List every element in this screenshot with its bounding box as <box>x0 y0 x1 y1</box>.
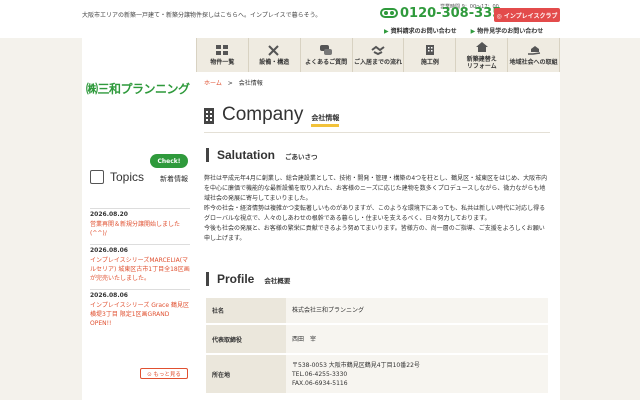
nav-item-listings[interactable]: 物件一覧 <box>196 38 248 72</box>
page-title-en: Company <box>222 104 304 125</box>
document-request-label: 資料請求のお問い合わせ <box>390 28 457 35</box>
inplace-club-button[interactable]: ◎ インプレイスクラブ <box>494 8 560 22</box>
nav-label: 設備・構造 <box>259 59 290 66</box>
topic-link[interactable]: 営業再開＆新規分譲開始しました(^^)/ <box>90 220 190 238</box>
profile-key: 社名 <box>206 298 286 325</box>
page-title: Company 会社情報 <box>204 104 340 127</box>
section-title-jp: ごあいさつ <box>285 153 318 161</box>
more-button[interactable]: ⊙ もっと見る <box>140 368 188 379</box>
nav-label: 物件一覧 <box>210 59 235 66</box>
top-header: 大阪市エリアの新築一戸建て・新築分譲物件探しはこちらへ。インプレイスで暮らそう。… <box>0 0 640 38</box>
edit-icon <box>90 170 104 184</box>
breadcrumb-current: 会社情報 <box>238 80 263 87</box>
breadcrumb: ホーム > 会社情報 <box>204 78 263 87</box>
freedial-icon <box>380 8 398 18</box>
salutation-heading: Salutation ごあいさつ <box>206 148 318 162</box>
viewing-request-label: 物件見学のお問い合わせ <box>477 28 544 35</box>
profile-key: 所在地 <box>206 354 286 395</box>
nav-label: 施工例 <box>420 59 439 66</box>
profile-value-line: 〒538-0053 大阪市鶴見区鶴見4丁目10番22号 <box>292 361 420 369</box>
topics-header: Check! Topics 新着情報 <box>90 154 190 194</box>
main-nav: 物件一覧 設備・構造 よくあるご質問 ご入居までの流れ 施工例 新築建替え リフ… <box>196 38 561 72</box>
profile-value: 株式会社三和プランニング <box>286 298 548 325</box>
house-list-icon <box>216 45 229 55</box>
nav-item-community[interactable]: 地域社会への取組 <box>507 38 561 72</box>
building-icon <box>204 107 214 124</box>
topic-date: 2026.08.20 <box>90 211 128 218</box>
nav-item-examples[interactable]: 施工例 <box>403 38 456 72</box>
phone-number-text: 0120-308-335 <box>400 5 502 21</box>
salutation-text: 弊社は平成元年4月に創業し、総合建設業として、技術・開発・管理・構築の4つを柱と… <box>204 175 548 242</box>
nav-label: 地域社会への取組 <box>509 59 558 66</box>
topics-subtitle: 新着情報 <box>160 175 188 183</box>
table-row: 所在地 〒538-0053 大阪市鶴見区鶴見4丁目10番22号 TEL.06-4… <box>206 354 548 395</box>
breadcrumb-home-link[interactable]: ホーム <box>204 80 222 87</box>
document-request-link[interactable]: ▶ 資料請求のお問い合わせ <box>384 26 457 35</box>
hand-house-icon <box>527 46 540 55</box>
nav-item-reform[interactable]: 新築建替え リフォーム <box>455 38 508 72</box>
site-tagline: 大阪市エリアの新築一戸建て・新築分譲物件探しはこちらへ。インプレイスで暮らそう。 <box>82 12 322 19</box>
nav-item-equipment[interactable]: 設備・構造 <box>247 38 300 72</box>
nav-label: ご入居までの流れ <box>354 59 403 66</box>
profile-value: 〒538-0053 大阪市鶴見区鶴見4丁目10番22号 TEL.06-4255-… <box>286 354 548 395</box>
page-title-jp: 会社情報 <box>311 113 340 127</box>
breadcrumb-separator: > <box>227 80 233 87</box>
topic-list: 2026.08.20 営業再開＆新規分譲開始しました(^^)/ 2026.08.… <box>90 208 190 334</box>
house-icon <box>475 41 488 52</box>
list-item[interactable]: 2026.08.06 インプレイスシリーズMARCELIA(マルセリア) 城東区… <box>90 244 190 289</box>
section-title-jp: 会社概要 <box>264 277 291 285</box>
building-icon <box>425 45 434 55</box>
profile-value-line: FAX.06-6934-5116 <box>292 379 348 387</box>
list-item[interactable]: 2026.08.06 インプレイスシリーズ Grace 鶴見区横堤3丁目 限定1… <box>90 289 190 334</box>
header-links: ▶ 資料請求のお問い合わせ ▶ 物件見学のお問い合わせ <box>384 26 543 35</box>
topic-link[interactable]: インプレイスシリーズMARCELIA(マルセリア) 城東区古市1丁目全18区画が… <box>90 256 190 283</box>
nav-label: 新築建替え リフォーム <box>466 55 497 70</box>
arrow-icon: ▶ <box>384 28 389 35</box>
check-badge: Check! <box>150 154 188 168</box>
nav-item-faq[interactable]: よくあるご質問 <box>299 38 352 72</box>
chat-icon <box>320 45 333 55</box>
list-item[interactable]: 2026.08.20 営業再開＆新規分譲開始しました(^^)/ <box>90 208 190 244</box>
topics-title: Topics <box>110 170 145 184</box>
profile-value-line: 西田 宰 <box>292 335 317 343</box>
sidebar: ㈱三和プランニング Check! Topics 新着情報 2026.08.20 … <box>82 38 196 400</box>
topic-date: 2026.08.06 <box>90 247 128 254</box>
profile-value: 西田 宰 <box>286 324 548 355</box>
company-logo[interactable]: ㈱三和プランニング <box>86 80 190 97</box>
profile-key: 代表取締役 <box>206 324 286 355</box>
viewing-request-link[interactable]: ▶ 物件見学のお問い合わせ <box>471 26 544 35</box>
phone-number[interactable]: 0120-308-335 <box>380 5 502 21</box>
topic-date: 2026.08.06 <box>90 292 128 299</box>
section-title-en: Salutation <box>217 148 276 162</box>
nav-label: よくあるご質問 <box>305 59 348 66</box>
profile-table: 社名 株式会社三和プランニング 代表取締役 西田 宰 所在地 〒538-0053… <box>206 298 548 395</box>
divider <box>204 132 550 133</box>
nav-item-flow[interactable]: ご入居までの流れ <box>351 38 404 72</box>
tools-icon <box>268 45 279 56</box>
profile-value-line: 株式会社三和プランニング <box>292 307 365 314</box>
table-row: 社名 株式会社三和プランニング <box>206 298 548 325</box>
topic-link[interactable]: インプレイスシリーズ Grace 鶴見区横堤3丁目 限定1区画GRAND OPE… <box>90 301 190 328</box>
profile-heading: Profile 会社概要 <box>206 272 290 286</box>
table-row: 代表取締役 西田 宰 <box>206 324 548 355</box>
profile-value-line: TEL.06-4255-3330 <box>292 370 348 378</box>
main-content: ホーム > 会社情報 Company 会社情報 Salutation ごあいさつ… <box>196 72 560 400</box>
arrow-icon: ▶ <box>470 28 476 35</box>
handshake-icon <box>371 45 385 56</box>
section-title-en: Profile <box>217 272 255 286</box>
